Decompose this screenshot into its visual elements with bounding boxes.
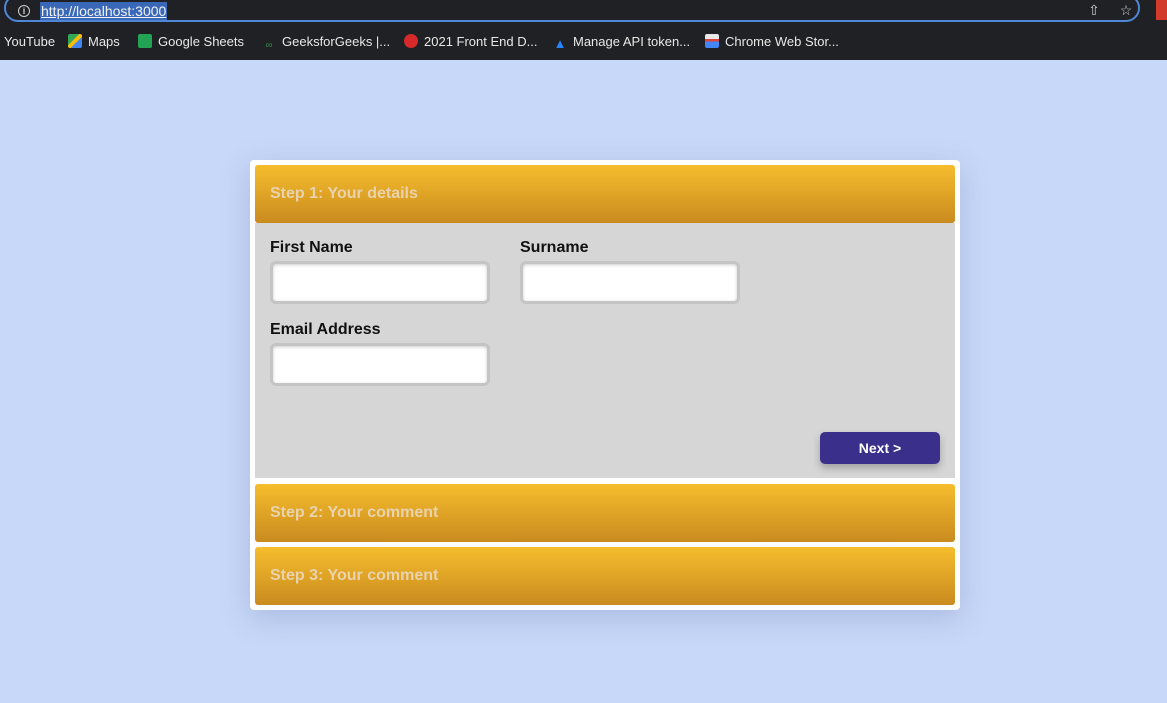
sheets-icon <box>138 34 152 48</box>
url-text[interactable]: http://localhost:3000 <box>40 2 168 20</box>
form-card: Step 1: Your details First Name Surname … <box>250 160 960 610</box>
bookmark-chrome-web-store[interactable]: Chrome Web Stor... <box>705 33 839 51</box>
step-3-header[interactable]: Step 3: Your comment <box>255 547 955 605</box>
bookmark-atlassian[interactable]: ▲ Manage API token... <box>553 33 691 51</box>
surname-field[interactable] <box>520 261 740 304</box>
email-label: Email Address <box>270 321 381 338</box>
atlassian-icon: ▲ <box>553 36 567 51</box>
frontend-icon <box>404 34 418 48</box>
bookmarks-bar: YouTube Maps Google Sheets ∞ GeeksforGeek… <box>0 30 1167 52</box>
star-icon[interactable]: ☆ <box>1118 2 1134 18</box>
maps-icon <box>68 34 82 48</box>
step-1-panel: First Name Surname Email Address Next > <box>255 223 955 478</box>
geeksforgeeks-icon: ∞ <box>265 40 273 51</box>
bookmark-label: Maps <box>88 34 120 49</box>
bookmark-label: Chrome Web Stor... <box>725 34 839 49</box>
bookmark-label: YouTube <box>4 34 56 49</box>
info-icon[interactable]: i <box>18 5 30 17</box>
next-button[interactable]: Next > <box>820 432 940 464</box>
surname-label: Surname <box>520 239 589 256</box>
bookmark-label: GeeksforGeeks |... <box>282 34 391 49</box>
step-2-header[interactable]: Step 2: Your comment <box>255 484 955 542</box>
bookmark-label: Google Sheets <box>158 34 245 49</box>
bookmark-label: Manage API token... <box>573 34 691 49</box>
first-name-label: First Name <box>270 239 353 256</box>
bookmark-google-sheets[interactable]: Google Sheets <box>138 33 244 51</box>
bookmark-maps[interactable]: Maps <box>68 33 120 51</box>
email-field[interactable] <box>270 343 490 386</box>
first-name-field[interactable] <box>270 261 490 304</box>
share-icon[interactable]: ⇧ <box>1086 2 1102 18</box>
address-bar[interactable]: i http://localhost:3000 ⇧ ☆ <box>4 0 1140 22</box>
bookmark-label: 2021 Front End D... <box>424 34 538 49</box>
bookmark-frontend[interactable]: 2021 Front End D... <box>404 33 537 51</box>
bookmark-geeksforgeeks[interactable]: ∞ GeeksforGeeks |... <box>262 33 390 51</box>
extension-icon[interactable] <box>1156 0 1167 20</box>
browser-toolbar: i http://localhost:3000 ⇧ ☆ YouTube Maps… <box>0 0 1167 60</box>
bookmark-youtube[interactable]: YouTube <box>4 33 55 51</box>
webstore-icon <box>705 34 719 48</box>
step-1-header[interactable]: Step 1: Your details <box>255 165 955 223</box>
